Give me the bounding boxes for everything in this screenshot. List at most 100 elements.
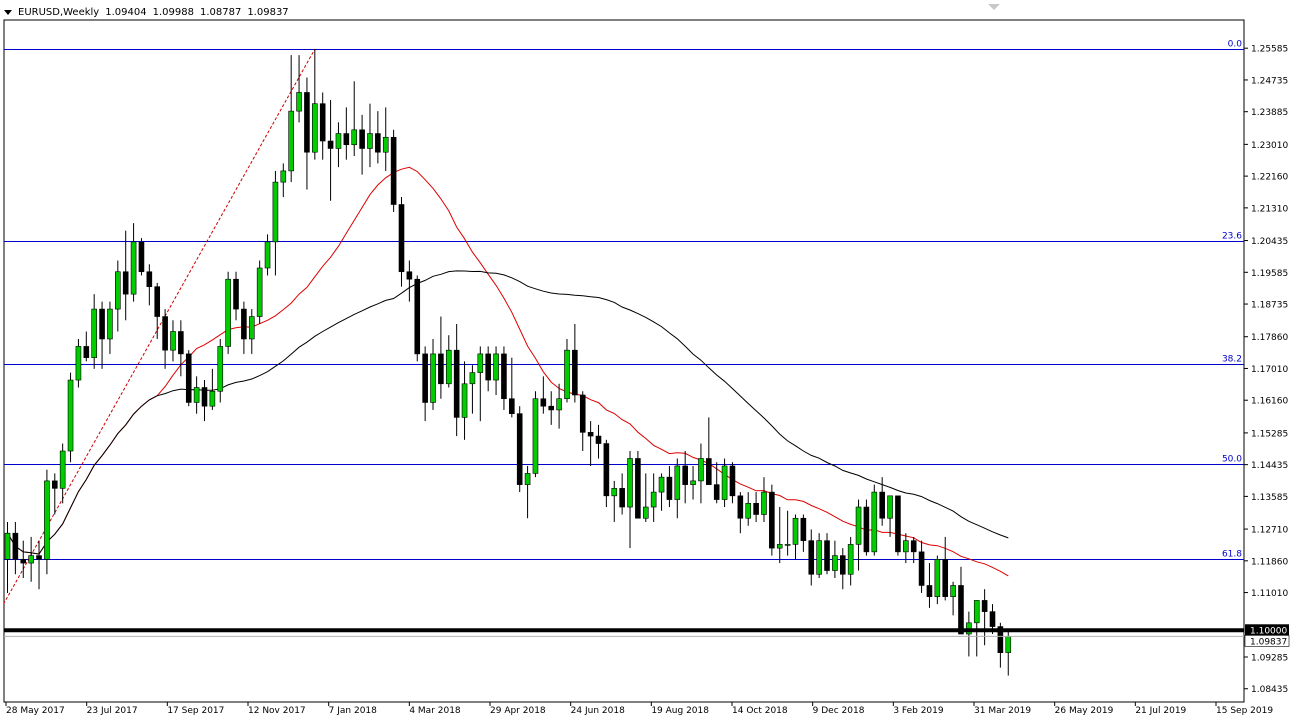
candle-bear[interactable]: [666, 476, 673, 500]
candle-bull[interactable]: [59, 450, 66, 489]
candle-bear[interactable]: [36, 555, 42, 560]
candle-bear[interactable]: [824, 540, 830, 571]
candle-bull[interactable]: [209, 390, 216, 407]
candle-bear[interactable]: [201, 387, 208, 407]
candle-bull[interactable]: [296, 92, 302, 112]
candle-bear[interactable]: [619, 488, 625, 508]
candle-bear[interactable]: [879, 491, 885, 519]
candle-bear[interactable]: [501, 353, 507, 400]
candle-bull[interactable]: [721, 465, 728, 500]
price-chart[interactable]: 0.0 23.6 38.2 50.0 61.8 1.25585 1.24735 1.23885…: [0, 0, 1292, 722]
candle-bear[interactable]: [162, 316, 168, 351]
candle-bull[interactable]: [776, 544, 783, 549]
candle-bull[interactable]: [745, 503, 752, 519]
candle-bear[interactable]: [579, 394, 586, 433]
candle-bear[interactable]: [516, 413, 523, 485]
candle-bull[interactable]: [698, 458, 704, 482]
candle-bear[interactable]: [154, 286, 161, 317]
candle-bull[interactable]: [887, 495, 893, 519]
candle-bear[interactable]: [548, 405, 555, 411]
chart-area[interactable]: 0.0 23.6 38.2 50.0 61.8 1.25585 1.24735 1.23885…: [0, 0, 1292, 722]
candle-bull[interactable]: [225, 278, 231, 347]
candle-bull[interactable]: [950, 585, 956, 597]
candle-bull[interactable]: [674, 465, 681, 500]
candle-bull[interactable]: [217, 346, 224, 392]
candle-bear[interactable]: [122, 271, 129, 295]
candle-bear[interactable]: [769, 491, 775, 549]
candle-bull[interactable]: [367, 133, 373, 149]
candle-bear[interactable]: [572, 349, 578, 396]
candle-bear[interactable]: [422, 353, 428, 403]
candle-bear[interactable]: [146, 271, 153, 287]
candle-bull[interactable]: [256, 267, 263, 317]
candle-bear[interactable]: [926, 585, 933, 597]
candle-bear[interactable]: [414, 278, 421, 355]
candle-bear[interactable]: [398, 204, 405, 273]
candle-bull[interactable]: [430, 353, 436, 403]
candle-bear[interactable]: [12, 532, 19, 560]
candle-bull[interactable]: [75, 346, 82, 381]
candle-bear[interactable]: [406, 271, 413, 280]
candle-bear[interactable]: [343, 133, 350, 146]
candle-bear[interactable]: [390, 136, 397, 205]
candle-bear[interactable]: [910, 540, 917, 553]
candle-bull[interactable]: [792, 517, 799, 545]
candle-bear[interactable]: [540, 398, 547, 407]
candle-bull[interactable]: [934, 559, 941, 597]
candle-bull[interactable]: [871, 491, 878, 553]
candle-bear[interactable]: [981, 600, 988, 612]
candle-bear[interactable]: [808, 540, 815, 575]
candle-bear[interactable]: [51, 480, 58, 489]
candle-bear[interactable]: [682, 465, 688, 485]
candle-bull[interactable]: [477, 353, 484, 373]
candle-bear[interactable]: [587, 432, 594, 437]
candle-bull[interactable]: [627, 458, 633, 508]
candle-bull[interactable]: [130, 241, 137, 295]
candle-bear[interactable]: [989, 611, 996, 627]
candle-bull[interactable]: [312, 103, 318, 153]
candle-bull[interactable]: [611, 488, 618, 497]
candle-bear[interactable]: [327, 140, 334, 149]
candle-bear[interactable]: [138, 241, 145, 273]
candle-bear[interactable]: [800, 517, 807, 541]
candle-bull[interactable]: [564, 349, 570, 400]
candle-bear[interactable]: [178, 331, 184, 355]
candle-bear[interactable]: [706, 458, 712, 485]
candle-bull[interactable]: [44, 480, 50, 560]
candle-bull[interactable]: [193, 387, 200, 403]
candle-bear[interactable]: [438, 353, 444, 385]
candle-bear[interactable]: [863, 506, 870, 553]
candle-bull[interactable]: [272, 181, 279, 243]
candle-bull[interactable]: [761, 491, 767, 515]
candle-bull[interactable]: [91, 308, 97, 358]
candle-bear[interactable]: [319, 103, 326, 142]
candle-bear[interactable]: [185, 353, 192, 403]
candle-bear[interactable]: [359, 129, 365, 149]
candle-bull[interactable]: [28, 555, 34, 564]
candle-bear[interactable]: [241, 308, 247, 340]
candle-bull[interactable]: [107, 308, 113, 340]
candle-bear[interactable]: [509, 398, 515, 414]
candle-bear[interactable]: [99, 308, 105, 340]
candle-bull[interactable]: [855, 506, 862, 545]
candle-bull[interactable]: [469, 372, 476, 385]
candle-bull[interactable]: [4, 532, 11, 560]
candle-bull[interactable]: [532, 398, 539, 474]
candle-bull[interactable]: [642, 506, 649, 519]
candle-bull[interactable]: [658, 476, 665, 493]
candle-bull[interactable]: [816, 540, 822, 575]
candle-bull[interactable]: [650, 491, 657, 508]
candle-bull[interactable]: [832, 555, 838, 571]
candle-bull[interactable]: [493, 353, 499, 381]
candle-bear[interactable]: [895, 495, 901, 553]
one-click-trading-arrow-icon[interactable]: [988, 4, 1000, 10]
candle-bull[interactable]: [784, 544, 791, 546]
candle-bear[interactable]: [485, 353, 491, 381]
candle-bull[interactable]: [445, 349, 452, 385]
candle-bull[interactable]: [847, 544, 854, 575]
candle-bear[interactable]: [375, 133, 381, 153]
candle-bear[interactable]: [729, 465, 736, 497]
candle-bear[interactable]: [918, 551, 925, 586]
candle-bull[interactable]: [264, 241, 271, 269]
candle-bull[interactable]: [351, 129, 358, 146]
